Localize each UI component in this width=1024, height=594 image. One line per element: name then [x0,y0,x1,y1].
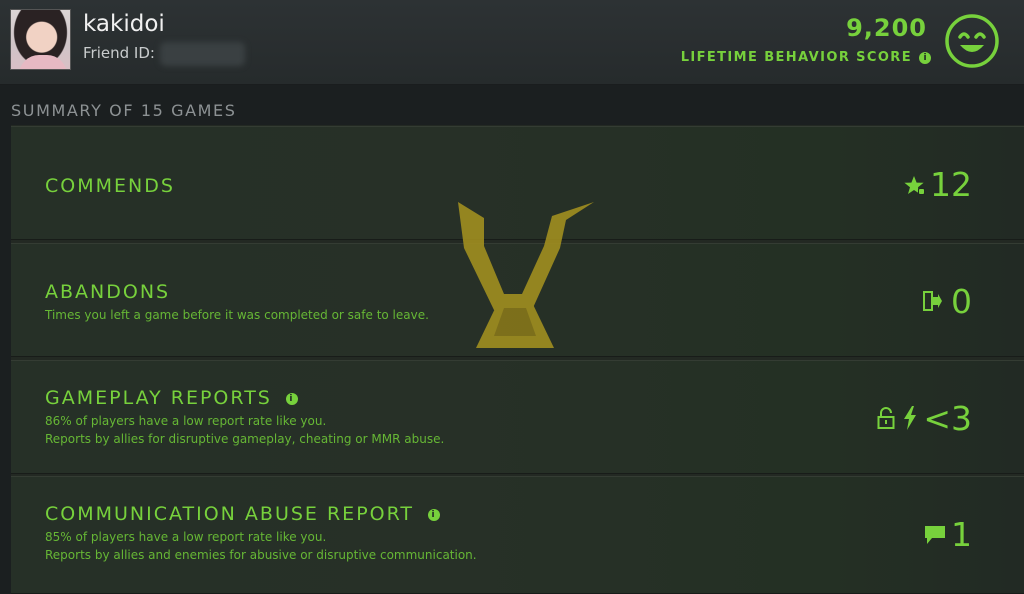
gameplay-reports-title: GAMEPLAY REPORTS i [45,387,298,409]
lightning-icon [904,406,916,430]
smiley-face-icon [945,14,999,68]
abandons-value: 0 [951,282,972,321]
gameplay-reports-info-icon[interactable]: i [285,392,298,405]
communication-abuse-title-text: COMMUNICATION ABUSE REPORT [45,503,415,525]
chat-bubble-icon [925,526,945,544]
communication-abuse-description: Reports by allies and enemies for abusiv… [45,548,477,562]
profile-header: kakidoi Friend ID: 9,200 LIFETIME BEHAVI… [0,0,1024,85]
friend-id-value-redacted [160,42,245,66]
star-thumb-icon [904,176,925,195]
score-info-icon[interactable]: i [919,52,931,64]
communication-abuse-row: COMMUNICATION ABUSE REPORT i 85% of play… [11,476,1024,594]
communication-abuse-info-icon[interactable]: i [428,508,441,521]
behavior-score-page: kakidoi Friend ID: 9,200 LIFETIME BEHAVI… [0,0,1024,594]
dota-plus-logo [458,202,594,348]
gameplay-reports-title-text: GAMEPLAY REPORTS [45,387,272,409]
behavior-score-label: LIFETIME BEHAVIOR SCORE [680,50,912,65]
summary-title: SUMMARY OF 15 GAMES [11,101,237,120]
exit-door-icon [923,291,942,311]
commends-value: 12 [930,165,972,204]
gameplay-reports-description: Reports by allies for disruptive gamepla… [45,432,445,446]
communication-abuse-value: 1 [951,515,972,554]
gameplay-reports-value: <3 [923,399,972,438]
communication-abuse-stat: 85% of players have a low report rate li… [45,530,327,544]
abandons-title: ABANDONS [45,281,171,303]
communication-abuse-title: COMMUNICATION ABUSE REPORT i [45,503,441,525]
avatar[interactable] [10,9,71,70]
friend-id-label: Friend ID: [83,44,155,62]
lock-icon [877,407,895,429]
gameplay-reports-stat: 86% of players have a low report rate li… [45,414,327,428]
behavior-score-value: 9,200 [846,14,927,42]
username: kakidoi [83,11,165,37]
commends-title: COMMENDS [45,175,175,197]
abandons-description: Times you left a game before it was comp… [45,308,429,322]
gameplay-reports-row: GAMEPLAY REPORTS i 86% of players have a… [11,360,1024,474]
